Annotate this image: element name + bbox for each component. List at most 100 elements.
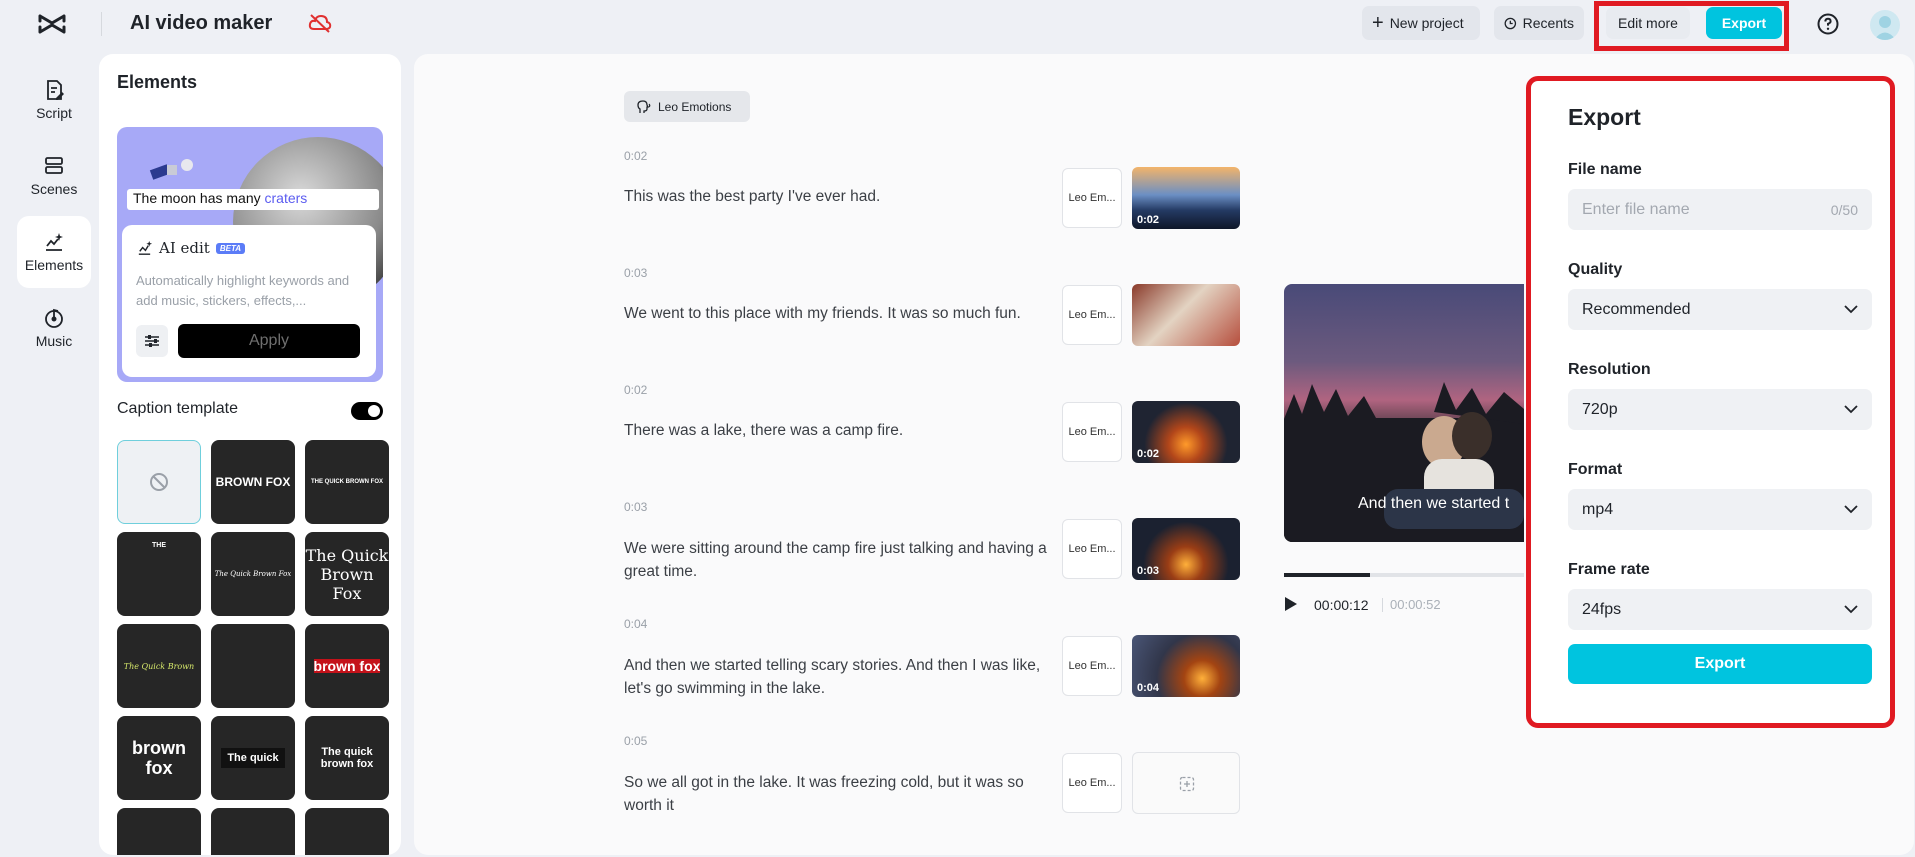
caption-template-text: The Quick Brown Fox <box>214 570 292 578</box>
video-preview[interactable]: And then we started t <box>1284 284 1524 542</box>
caption-template-item[interactable]: The quick brown fox <box>305 716 389 800</box>
chevron-down-icon <box>1844 505 1858 514</box>
thumbnail-duration: 0:04 <box>1137 682 1160 694</box>
script-line-text[interactable]: This was the best party I've ever had. <box>624 185 1056 208</box>
script-line-text[interactable]: We went to this place with my friends. I… <box>624 302 1056 325</box>
caption-template-item[interactable]: BROWN FOX <box>211 440 295 524</box>
scene-thumbnail[interactable]: 0:02 <box>1132 167 1240 229</box>
caption-template-item[interactable] <box>211 624 295 708</box>
caption-template-item[interactable]: Quick <box>117 808 201 855</box>
scene-thumbnail[interactable]: 0:03 <box>1132 518 1240 580</box>
capcut-logo-icon[interactable] <box>38 13 66 35</box>
avatar[interactable] <box>1870 10 1900 40</box>
apply-button[interactable]: Apply <box>178 324 360 358</box>
caption-template-item[interactable]: brown fox <box>305 624 389 708</box>
export-title: Export <box>1568 104 1641 130</box>
playback-progress[interactable] <box>1284 573 1524 577</box>
line-timestamp: 0:03 <box>624 266 648 280</box>
help-icon[interactable] <box>1816 12 1840 36</box>
nav-label-script: Script <box>36 105 72 121</box>
file-name-count: 0/50 <box>1830 201 1858 218</box>
music-icon <box>45 308 63 328</box>
caption-template-item[interactable]: The Quick Brown Fox <box>211 532 295 616</box>
nav-item-elements[interactable]: Elements <box>17 216 91 288</box>
quality-select[interactable]: Recommended <box>1568 289 1872 330</box>
format-value: mp4 <box>1582 500 1614 518</box>
caption-template-item[interactable]: BROWN FOX <box>305 808 389 855</box>
caption-template-item[interactable]: THE <box>117 532 201 616</box>
line-timestamp: 0:03 <box>624 500 648 514</box>
nav-label-scenes: Scenes <box>30 181 78 197</box>
scene-thumbnail[interactable]: 0:04 <box>1132 635 1240 697</box>
line-voice-button[interactable]: Leo Em... <box>1062 285 1122 345</box>
thumbnail-duration: 0:02 <box>1137 448 1160 460</box>
line-voice-button[interactable]: Leo Em... <box>1062 636 1122 696</box>
script-line-text[interactable]: We were sitting around the camp fire jus… <box>624 537 1056 583</box>
caption-template-text: The quick brown fox <box>320 746 374 770</box>
scene-thumbnail[interactable]: 0:02 <box>1132 401 1240 463</box>
chevron-down-icon <box>1844 305 1858 314</box>
script-icon <box>47 80 64 100</box>
file-name-input[interactable]: Enter file name 0/50 <box>1568 189 1872 230</box>
caption-template-item[interactable]: The Quick <box>211 808 295 855</box>
ai-edit-title-text: AI edit <box>159 239 210 257</box>
format-select[interactable]: mp4 <box>1568 489 1872 530</box>
thumbnail-duration: 0:03 <box>1137 565 1160 577</box>
new-project-button[interactable]: + New project <box>1362 6 1480 40</box>
no-caption-icon <box>150 473 168 491</box>
beta-badge: BETA <box>215 242 246 254</box>
caption-template-text: brown fox <box>132 738 186 778</box>
title-divider <box>101 12 102 36</box>
export-button-top[interactable]: Export <box>1706 7 1782 39</box>
nav-item-music[interactable]: Music <box>17 292 91 364</box>
script-line-text[interactable]: And then we started telling scary storie… <box>624 654 1056 700</box>
voice-chip[interactable]: Leo Emotions <box>624 91 750 122</box>
time-divider <box>1382 598 1383 612</box>
caption-template-toggle[interactable] <box>351 402 383 420</box>
line-voice-button[interactable]: Leo Em... <box>1062 753 1122 813</box>
nav-label-elements: Elements <box>24 257 84 273</box>
resolution-select[interactable]: 720p <box>1568 389 1872 430</box>
elements-panel: Elements The moon has many craters AI ed… <box>99 54 401 855</box>
frame-rate-label: Frame rate <box>1568 561 1650 578</box>
current-time: 00:00:12 <box>1314 597 1369 613</box>
add-media-placeholder[interactable] <box>1132 752 1240 814</box>
caption-template-text: THE <box>152 542 166 549</box>
export-submit-button[interactable]: Export <box>1568 644 1872 684</box>
caption-template-text: The Quick Brown Fox <box>305 545 389 603</box>
nav-item-script[interactable]: Script <box>17 64 91 136</box>
caption-template-none[interactable] <box>117 440 201 524</box>
export-panel: Export File name Enter file name 0/50 Qu… <box>1526 76 1895 728</box>
app-title: AI video maker <box>130 12 273 34</box>
cloud-off-icon[interactable] <box>308 13 332 33</box>
script-line-text[interactable]: So we all got in the lake. It was freezi… <box>624 771 1056 817</box>
ai-edit-promo: The moon has many craters AI edit BETA A… <box>117 127 383 382</box>
resolution-value: 720p <box>1582 400 1618 418</box>
caption-template-item[interactable]: The Quick Brown Fox <box>305 532 389 616</box>
edit-more-button[interactable]: Edit more <box>1606 7 1690 39</box>
chevron-down-icon <box>1844 605 1858 614</box>
caption-template-item[interactable]: The Quick Brown <box>117 624 201 708</box>
caption-template-item[interactable]: The quick <box>211 716 295 800</box>
caption-template-text: brown fox <box>313 658 381 674</box>
caption-template-item[interactable]: brown fox <box>117 716 201 800</box>
line-voice-button[interactable]: Leo Em... <box>1062 168 1122 228</box>
caption-template-item[interactable]: THE QUICK BROWN FOX <box>305 440 389 524</box>
ai-settings-button[interactable] <box>136 325 168 357</box>
add-media-icon <box>1179 776 1195 792</box>
caption-template-text: BROWN FOX <box>215 475 291 489</box>
elements-icon <box>46 233 63 251</box>
resolution-label: Resolution <box>1568 361 1651 378</box>
panel-title: Elements <box>117 72 198 92</box>
scene-thumbnail[interactable] <box>1132 284 1240 346</box>
recents-button[interactable]: Recents <box>1494 6 1584 40</box>
nav-item-scenes[interactable]: Scenes <box>17 140 91 212</box>
script-line-text[interactable]: There was a lake, there was a camp fire. <box>624 419 1056 442</box>
sliders-icon <box>145 335 159 347</box>
line-voice-button[interactable]: Leo Em... <box>1062 402 1122 462</box>
caption-template-text: The Quick Brown <box>123 661 195 671</box>
frame-rate-select[interactable]: 24fps <box>1568 589 1872 630</box>
scenes-icon <box>45 157 63 174</box>
line-voice-button[interactable]: Leo Em... <box>1062 519 1122 579</box>
play-icon[interactable] <box>1284 596 1298 612</box>
